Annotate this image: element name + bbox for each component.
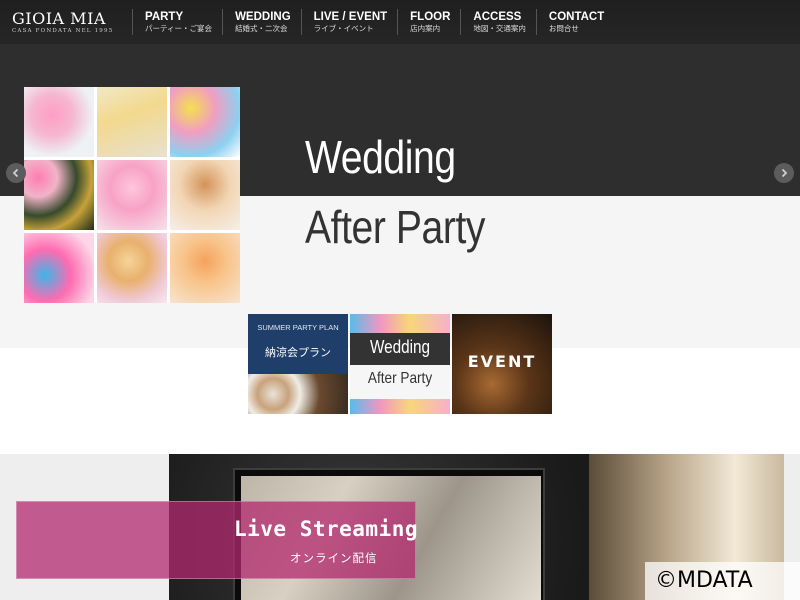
collage-photo-pink-flowers bbox=[97, 160, 167, 230]
thumbnail-event[interactable]: EVENT bbox=[452, 314, 552, 414]
nav-item-floor[interactable]: FLOOR 店内案内 bbox=[397, 9, 460, 35]
live-streaming-banner[interactable]: Live Streaming オンライン配信 bbox=[16, 501, 419, 579]
thumbnail-food-photo bbox=[248, 374, 348, 414]
live-streaming-title: Live Streaming bbox=[234, 517, 419, 541]
nav-item-party[interactable]: PARTY パーティー・ご宴会 bbox=[132, 9, 222, 35]
page: GIOIA MIA CASA FONDATA NEL 1995 PARTY パー… bbox=[0, 0, 800, 600]
nav-item-label: LIVE / EVENT bbox=[313, 10, 388, 23]
thumbnail-event-label: EVENT bbox=[467, 352, 537, 371]
collage-photo-tarts bbox=[170, 233, 240, 303]
thumbnail-title-ja: 納涼会プラン bbox=[265, 346, 331, 359]
thumbnail-title-en: SUMMER PARTY PLAN bbox=[257, 323, 339, 332]
thumbnail-title-line1: Wedding bbox=[369, 337, 431, 357]
chevron-left-icon bbox=[12, 168, 19, 178]
thumbnail-wedding-after-party[interactable]: Wedding After Party bbox=[350, 314, 450, 414]
nav-item-label: FLOOR bbox=[410, 10, 451, 23]
nav-item-wedding[interactable]: WEDDING 結婚式・二次会 bbox=[222, 9, 301, 35]
collage-photo-flowers bbox=[24, 87, 94, 157]
collage-photo-champagne bbox=[24, 160, 94, 230]
collage-photo-color-splash bbox=[170, 87, 240, 157]
collage-photo-sweets bbox=[97, 233, 167, 303]
nav-item-sublabel: お問合せ bbox=[548, 23, 579, 33]
nav-item-label: ACCESS bbox=[473, 10, 522, 23]
collage-photo-cake bbox=[97, 87, 167, 157]
nav-item-contact[interactable]: CONTACT お問合せ bbox=[535, 9, 614, 35]
collage-photo-desserts bbox=[170, 160, 240, 230]
watermark: ©MDATA bbox=[645, 562, 800, 600]
logo-name: GIOIA MIA bbox=[12, 9, 106, 28]
logo[interactable]: GIOIA MIA CASA FONDATA NEL 1995 bbox=[0, 10, 132, 34]
chevron-right-icon bbox=[781, 168, 788, 178]
nav-item-sublabel: ライブ・イベント bbox=[313, 23, 374, 33]
hero-title-line2: After Party bbox=[305, 201, 486, 253]
hero-title-line1: Wedding bbox=[305, 131, 456, 183]
nav-item-sublabel: パーティー・ご宴会 bbox=[145, 23, 213, 33]
nav-item-sublabel: 地図・交通案内 bbox=[473, 23, 526, 33]
nav-item-label: PARTY bbox=[145, 10, 184, 23]
nav-item-sublabel: 店内案内 bbox=[410, 23, 441, 33]
logo-tagline: CASA FONDATA NEL 1995 bbox=[12, 28, 114, 34]
global-nav: GIOIA MIA CASA FONDATA NEL 1995 PARTY パー… bbox=[0, 0, 800, 44]
nav-item-sublabel: 結婚式・二次会 bbox=[235, 23, 288, 33]
live-streaming-subtitle: オンライン配信 bbox=[290, 551, 378, 565]
hero-photo-collage bbox=[24, 87, 240, 303]
nav-item-access[interactable]: ACCESS 地図・交通案内 bbox=[460, 9, 536, 35]
thumbnail-title-line2: After Party bbox=[367, 370, 433, 387]
nav-item-label: CONTACT bbox=[548, 10, 605, 23]
thumbnail-summer-party-plan[interactable]: SUMMER PARTY PLAN 納涼会プラン bbox=[248, 314, 348, 414]
collage-photo-paint bbox=[24, 233, 94, 303]
slider-prev-button[interactable] bbox=[6, 163, 26, 183]
main-menu: PARTY パーティー・ご宴会 WEDDING 結婚式・二次会 LIVE / E… bbox=[132, 0, 614, 44]
slider-thumbnails: SUMMER PARTY PLAN 納涼会プラン Wedding After P… bbox=[248, 314, 552, 414]
nav-item-live-event[interactable]: LIVE / EVENT ライブ・イベント bbox=[300, 9, 398, 35]
slider-next-button[interactable] bbox=[774, 163, 794, 183]
nav-item-label: WEDDING bbox=[235, 10, 291, 23]
